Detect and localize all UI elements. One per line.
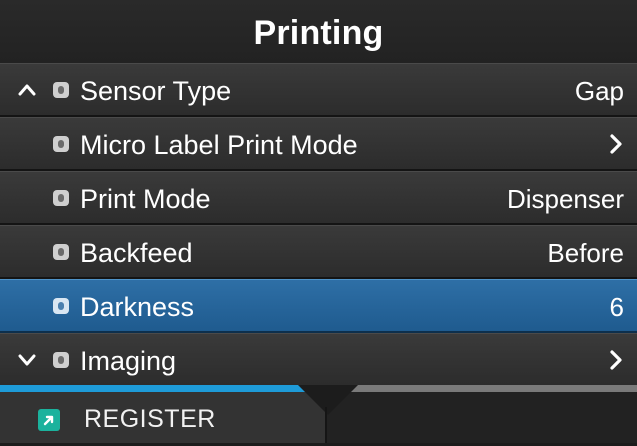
active-tab-indicator bbox=[0, 385, 320, 392]
menu-item-micro-label-print-mode[interactable]: Micro Label Print Mode bbox=[0, 117, 637, 171]
register-button[interactable]: REGISTER bbox=[0, 392, 325, 443]
menu-item-label: Micro Label Print Mode bbox=[80, 130, 358, 160]
menu-item-label: Imaging bbox=[80, 346, 177, 376]
menu-item-label: Sensor Type bbox=[80, 76, 232, 106]
lock-icon bbox=[53, 82, 69, 98]
menu-item-value: Gap bbox=[574, 76, 624, 106]
lock-icon bbox=[53, 190, 69, 206]
menu-item-label: Darkness bbox=[80, 292, 195, 322]
menu-item-darkness[interactable]: Darkness 6 bbox=[0, 279, 637, 333]
lock-icon bbox=[53, 352, 69, 368]
inactive-tab-indicator bbox=[340, 385, 637, 392]
register-label: REGISTER bbox=[84, 405, 216, 433]
menu-item-sensor-type[interactable]: Sensor Type Gap bbox=[0, 63, 637, 117]
lock-icon bbox=[53, 136, 69, 152]
footer-divider bbox=[325, 407, 327, 443]
chevron-right-icon bbox=[610, 350, 622, 370]
register-icon bbox=[38, 409, 60, 431]
lock-icon bbox=[53, 298, 69, 314]
menu-item-value: 6 bbox=[609, 292, 624, 322]
chevron-right-icon bbox=[610, 134, 622, 154]
menu-item-label: Backfeed bbox=[80, 238, 193, 268]
tab-pointer-notch bbox=[298, 385, 358, 415]
menu-item-backfeed[interactable]: Backfeed Before bbox=[0, 225, 637, 279]
footer-bar: REGISTER bbox=[0, 385, 637, 443]
menu-item-label: Print Mode bbox=[80, 184, 211, 214]
lock-icon bbox=[53, 244, 69, 260]
footer-right-pane bbox=[327, 392, 637, 443]
menu-item-value: Dispenser bbox=[506, 184, 624, 214]
printing-menu-list: Sensor Type Gap Micro Label Print Mode P… bbox=[0, 63, 637, 387]
page-title: Printing bbox=[0, 0, 637, 63]
chevron-up-icon[interactable] bbox=[17, 80, 37, 100]
menu-item-print-mode[interactable]: Print Mode Dispenser bbox=[0, 171, 637, 225]
chevron-down-icon[interactable] bbox=[17, 350, 37, 370]
menu-item-value: Before bbox=[547, 238, 624, 268]
printer-menu-screen: Printing Sensor Type Gap Micro Label Pri… bbox=[0, 0, 637, 443]
menu-item-imaging[interactable]: Imaging bbox=[0, 333, 637, 387]
